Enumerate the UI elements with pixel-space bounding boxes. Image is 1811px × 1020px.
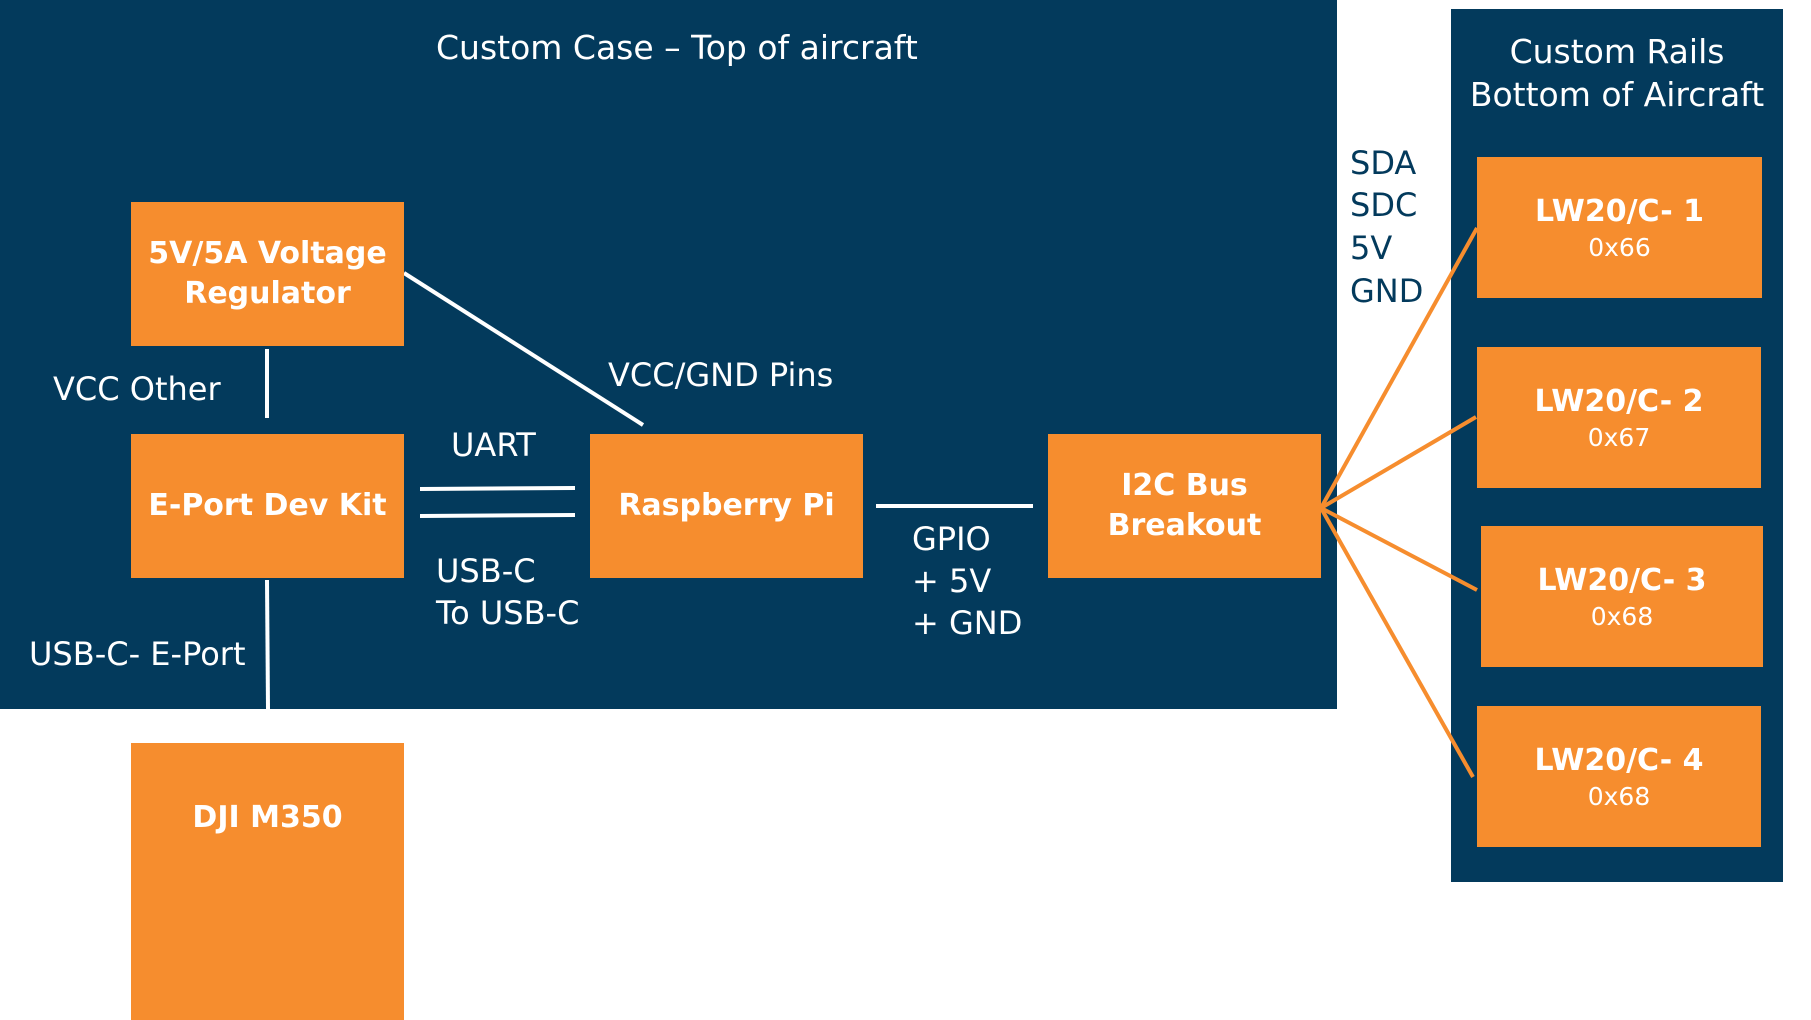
wire-usbc [419,513,576,518]
custom-case-title: Custom Case – Top of aircraft [436,28,918,67]
i2c-breakout-box: I2C Bus Breakout [1048,434,1321,578]
label-i2c-sda: SDA [1350,144,1417,182]
i2c-breakout-line2: Breakout [1107,508,1262,543]
wire-regulator-rpi [402,271,645,427]
eport-dev-kit-label: E-Port Dev Kit [148,488,387,523]
voltage-regulator-line2: Regulator [184,276,351,311]
sensor-box-3: LW20/C- 3 0x68 [1481,526,1763,667]
label-vcc-other: VCC Other [53,370,221,408]
label-i2c-sdc: SDC [1350,186,1418,224]
label-usbc-eport: USB-C- E-Port [29,635,246,673]
label-usbc-line2: To USB-C [436,594,580,632]
raspberry-pi-label: Raspberry Pi [618,488,835,523]
voltage-regulator-box: 5V/5A Voltage Regulator [131,202,404,346]
sensor-box-1: LW20/C- 1 0x66 [1477,157,1762,298]
sensor-box-2: LW20/C- 2 0x67 [1477,347,1761,488]
label-gpio-line3: + GND [912,604,1023,642]
voltage-regulator-line1: 5V/5A Voltage [148,236,387,271]
wire-eport-dji [265,579,270,710]
label-gpio-line2: + 5V [912,562,992,600]
label-gpio-line1: GPIO [912,520,991,558]
custom-rails-title-line1: Custom Rails [1509,32,1725,71]
label-usbc-line1: USB-C [436,552,536,590]
sensor-name: LW20/C- 3 [1537,562,1707,598]
dji-m350-label: DJI M350 [192,800,343,835]
label-i2c-5v: 5V [1350,229,1393,267]
sensor-name: LW20/C- 2 [1534,383,1704,419]
sensor-name: LW20/C- 4 [1534,742,1704,778]
sensor-address: 0x68 [1587,781,1651,811]
wire-uart [419,486,576,491]
sensor-address: 0x67 [1587,422,1651,452]
custom-rails-title-line2: Bottom of Aircraft [1469,75,1765,114]
dji-m350-box: DJI M350 [131,743,404,1020]
sensor-address: 0x66 [1588,232,1651,262]
sensor-box-4: LW20/C- 4 0x68 [1477,706,1761,847]
label-vcc-gnd-pins: VCC/GND Pins [608,356,834,394]
i2c-breakout-line1: I2C Bus [1121,468,1248,503]
label-i2c-gnd: GND [1350,272,1424,310]
eport-dev-kit-box: E-Port Dev Kit [131,434,404,578]
label-uart: UART [451,426,536,464]
sensor-address: 0x68 [1590,601,1654,631]
sensor-name: LW20/C- 1 [1534,193,1705,229]
raspberry-pi-box: Raspberry Pi [590,434,863,578]
